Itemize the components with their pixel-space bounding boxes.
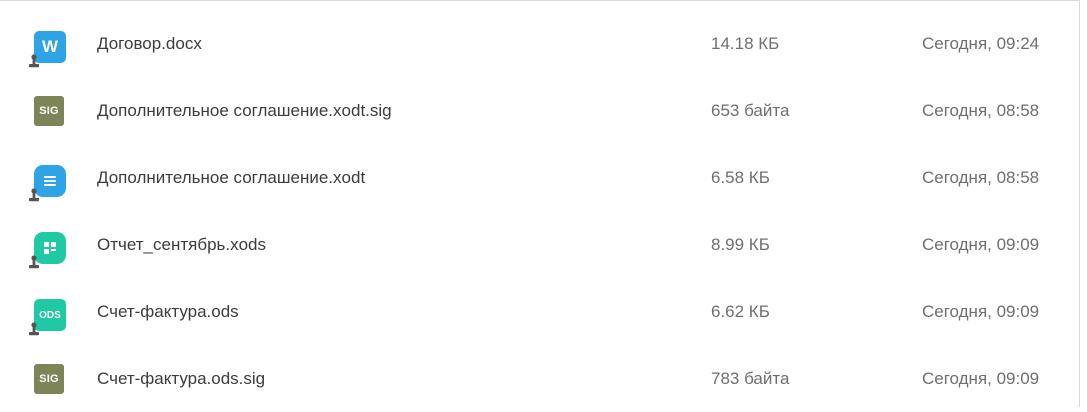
signature-file-icon: SIG — [28, 95, 68, 135]
file-size: 8.99 КБ — [711, 235, 770, 254]
signature-stamp-icon — [29, 255, 39, 269]
file-size: 14.18 КБ — [711, 34, 780, 53]
file-row[interactable]: ODS Счет-фактура.ods 6.62 КБ Сегодня, 09… — [0, 278, 1079, 345]
file-row[interactable]: W Договор.docx 14.18 КБ Сегодня, 09:24 — [0, 10, 1079, 77]
signature-stamp-icon — [29, 54, 39, 68]
file-size: 783 байта — [711, 369, 790, 388]
file-modified-date: Сегодня, 09:24 — [922, 34, 1040, 53]
file-list-panel: W Договор.docx 14.18 КБ Сегодня, 09:24 S… — [0, 0, 1080, 407]
signature-file-icon: SIG — [28, 363, 68, 403]
spreadsheet-icon — [28, 229, 68, 269]
ods-spreadsheet-icon: ODS — [28, 296, 68, 336]
file-modified-date: Сегодня, 08:58 — [922, 168, 1040, 187]
word-document-icon: W — [28, 28, 68, 68]
file-name: Счет-фактура.ods — [97, 302, 239, 321]
file-name: Договор.docx — [97, 34, 202, 53]
file-row[interactable]: SIG Дополнительное соглашение.xodt.sig 6… — [0, 77, 1079, 144]
file-modified-date: Сегодня, 09:09 — [922, 302, 1040, 321]
file-modified-date: Сегодня, 08:58 — [922, 101, 1040, 120]
file-row[interactable]: SIG Счет-фактура.ods.sig 783 байта Сегод… — [0, 345, 1079, 412]
signature-stamp-icon — [29, 188, 39, 202]
signature-stamp-icon — [29, 322, 39, 336]
text-document-icon — [28, 162, 68, 202]
file-size: 6.58 КБ — [711, 168, 770, 187]
file-modified-date: Сегодня, 09:09 — [922, 369, 1040, 388]
file-name: Дополнительное соглашение.xodt.sig — [97, 101, 392, 120]
file-row[interactable]: Отчет_сентябрь.xods 8.99 КБ Сегодня, 09:… — [0, 211, 1079, 278]
file-list: W Договор.docx 14.18 КБ Сегодня, 09:24 S… — [0, 10, 1079, 412]
file-name: Счет-фактура.ods.sig — [97, 369, 266, 388]
file-size: 6.62 КБ — [711, 302, 770, 321]
file-size: 653 байта — [711, 101, 790, 120]
file-name: Отчет_сентябрь.xods — [97, 235, 267, 254]
file-name: Дополнительное соглашение.xodt — [97, 168, 366, 187]
file-row[interactable]: Дополнительное соглашение.xodt 6.58 КБ С… — [0, 144, 1079, 211]
file-modified-date: Сегодня, 09:09 — [922, 235, 1040, 254]
